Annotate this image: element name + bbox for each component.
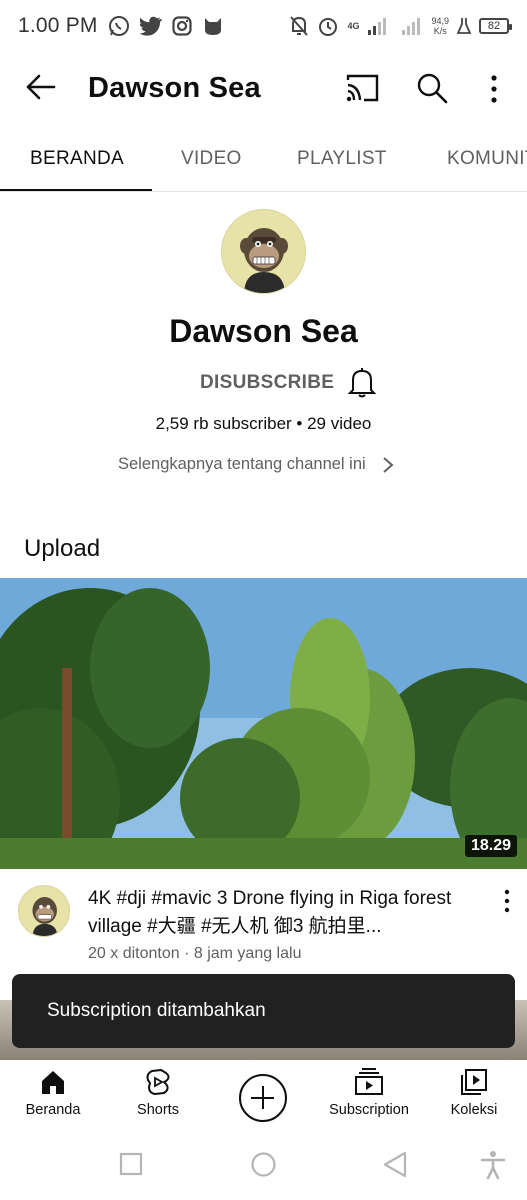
back-arrow-icon[interactable] [24, 70, 58, 104]
tab-komunitas[interactable]: KOMUNITAS [447, 148, 527, 170]
bottom-navigation: Beranda Shorts Subscription Koleksi [0, 1060, 527, 1132]
nav-shorts[interactable]: Shorts [108, 1068, 208, 1118]
status-right: 4G 94,9 K/s 82 [289, 15, 512, 37]
snackbar-message: Subscription ditambahkan [47, 1000, 266, 1021]
library-icon [461, 1069, 487, 1095]
whatsapp-icon [108, 16, 129, 36]
channel-avatar[interactable] [221, 209, 306, 294]
video-channel-avatar[interactable] [18, 885, 70, 937]
nav-subscription[interactable]: Subscription [319, 1068, 419, 1118]
nav-label: Shorts [137, 1102, 179, 1118]
status-bar: 1.00 PM 4G 94,9 K/s 82 [0, 0, 527, 52]
channel-tabs: BERANDA VIDEO PLAYLIST KOMUNITAS [0, 126, 527, 192]
recents-icon[interactable] [119, 1152, 143, 1176]
home-circle-icon[interactable] [250, 1151, 277, 1178]
twitter-icon [139, 16, 162, 36]
subscriptions-icon [355, 1068, 383, 1095]
battery-indicator: 82 [479, 18, 512, 34]
nav-label: Koleksi [450, 1102, 498, 1118]
more-vertical-icon[interactable] [482, 72, 506, 106]
network-speed: 94,9 K/s [431, 16, 449, 36]
channel-stats: 2,59 rb subscriber • 29 video [155, 414, 372, 433]
snackbar: Subscription ditambahkan [12, 974, 515, 1048]
nav-koleksi[interactable]: Koleksi [424, 1068, 524, 1118]
unsubscribe-button[interactable]: DISUBSCRIBE [200, 372, 334, 394]
status-time: 1.00 PM [18, 14, 98, 37]
chevron-right-icon [383, 456, 394, 473]
create-icon[interactable] [239, 1074, 287, 1122]
alarm-icon [319, 18, 338, 36]
more-about-channel-link[interactable]: Selengkapnya tentang channel ini [118, 455, 394, 474]
status-app-icons [108, 15, 224, 37]
nav-label: Beranda [25, 1102, 81, 1118]
flask-icon [457, 18, 471, 34]
video-meta: 20 x ditonton · 8 jam yang lalu [88, 945, 302, 962]
channel-title: Dawson Sea [88, 72, 261, 104]
nav-beranda[interactable]: Beranda [3, 1068, 103, 1118]
forest-scene-image [0, 578, 527, 869]
channel-name: Dawson Sea [169, 313, 358, 349]
ape-avatar-image [19, 886, 69, 936]
cat-icon [204, 18, 221, 35]
ape-avatar-image [222, 210, 305, 293]
more-about-label: Selengkapnya tentang channel ini [118, 455, 366, 473]
video-title[interactable]: 4K #dji #mavic 3 Drone flying in Riga fo… [88, 885, 478, 941]
speed-value: 94,9 [431, 16, 449, 26]
speed-unit: K/s [433, 26, 447, 36]
network-type: 4G [347, 21, 360, 31]
tab-beranda[interactable]: BERANDA [30, 148, 124, 170]
mute-bell-icon [290, 16, 309, 36]
shorts-icon [146, 1068, 170, 1096]
search-icon[interactable] [416, 72, 448, 104]
instagram-icon [172, 16, 192, 36]
app-bar: Dawson Sea [0, 52, 527, 126]
back-triangle-icon[interactable] [382, 1151, 408, 1178]
video-thumbnail[interactable]: 18.29 [0, 578, 527, 869]
home-icon [42, 1071, 64, 1094]
nav-label: Subscription [329, 1102, 409, 1118]
active-tab-indicator [0, 189, 152, 191]
battery-level: 82 [487, 20, 501, 32]
cast-icon[interactable] [344, 72, 380, 104]
notification-bell-icon[interactable] [347, 366, 377, 398]
system-navigation [0, 1132, 527, 1200]
video-duration: 18.29 [464, 835, 517, 857]
video-more-icon[interactable] [498, 888, 516, 914]
section-title-upload: Upload [24, 535, 101, 562]
tab-playlist[interactable]: PLAYLIST [297, 148, 387, 170]
signal-2-icon [402, 18, 421, 35]
tab-video[interactable]: VIDEO [181, 148, 242, 170]
accessibility-icon[interactable] [480, 1150, 506, 1180]
signal-icon [368, 18, 387, 35]
